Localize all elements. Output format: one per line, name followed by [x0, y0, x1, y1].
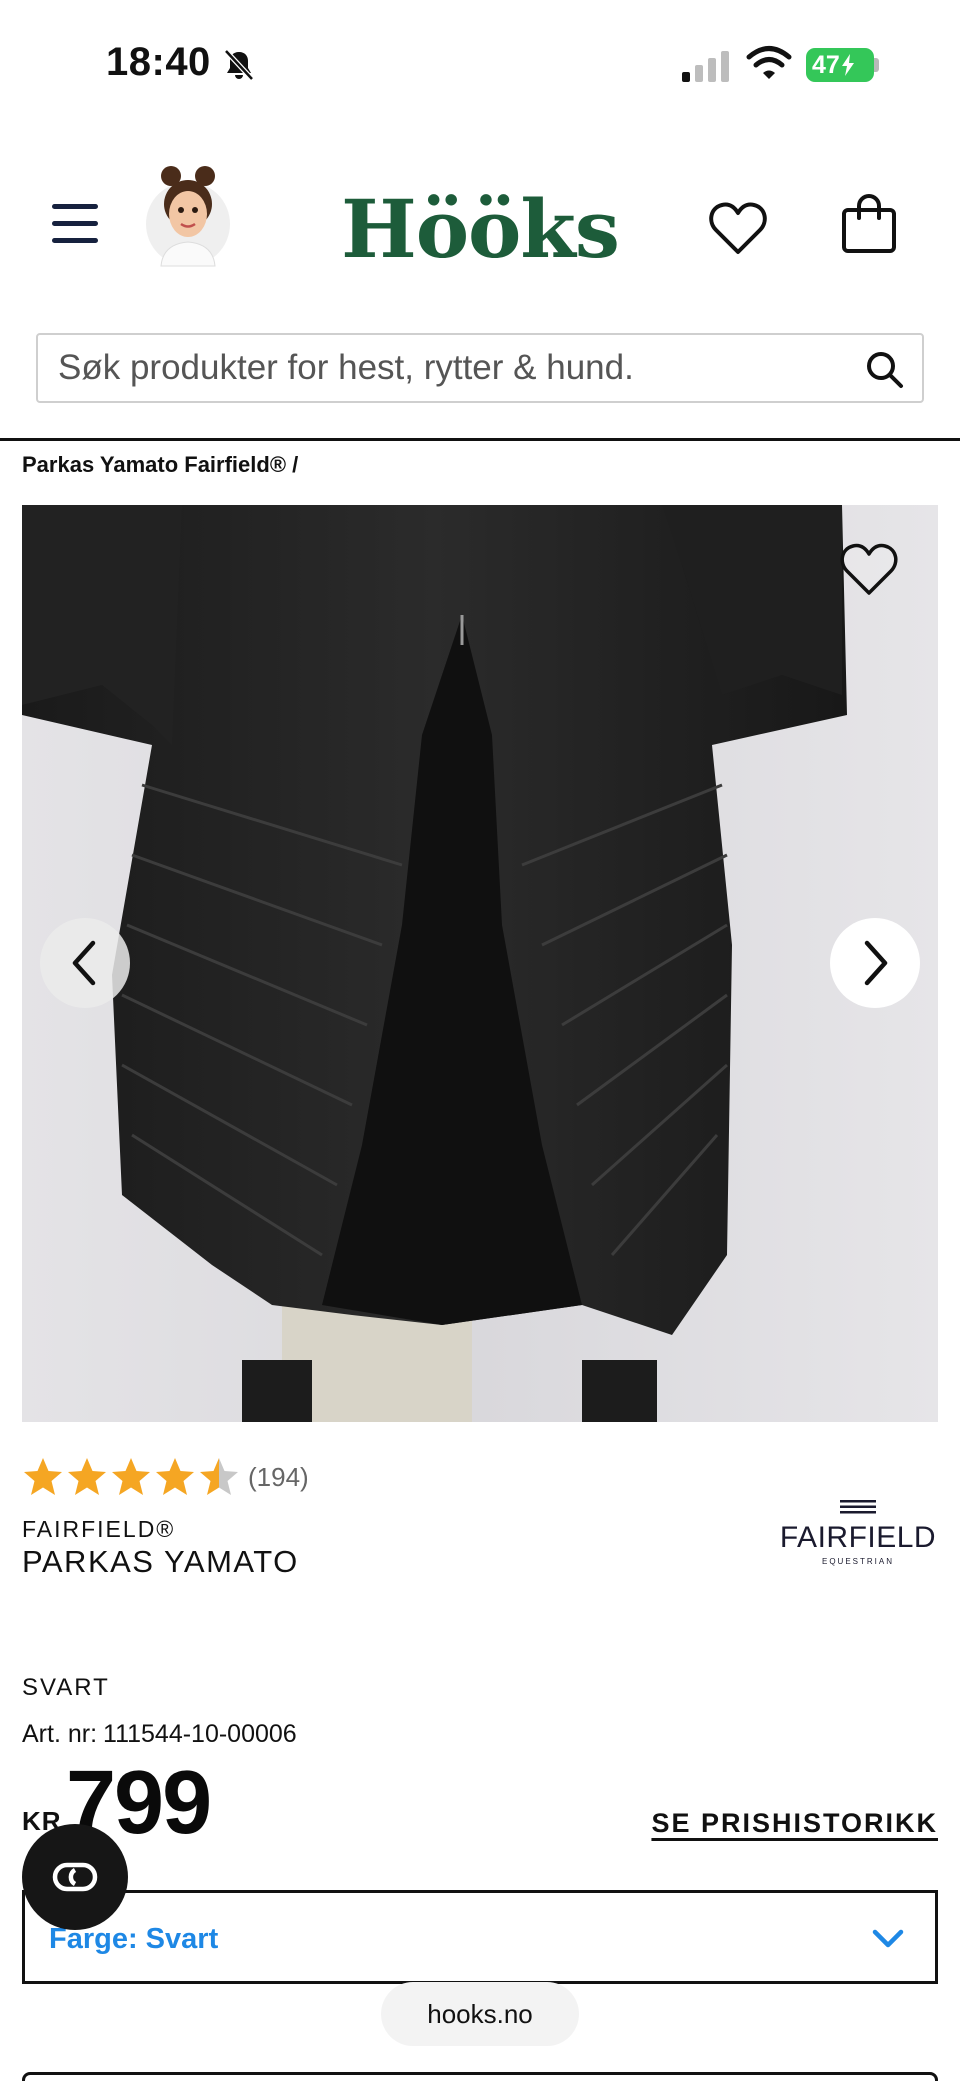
- carousel-next-button[interactable]: [830, 918, 920, 1008]
- chevron-down-icon: [872, 1929, 904, 1948]
- battery-cap: [874, 58, 879, 72]
- star-icon: [112, 1458, 150, 1495]
- chat-icon: [52, 1862, 98, 1892]
- brand-logo-sub: EQUESTRIAN: [821, 1557, 894, 1566]
- breadcrumb[interactable]: Parkas Yamato Fairfield® /: [22, 452, 298, 478]
- product-photo: [22, 505, 847, 1422]
- bell-slash-icon: [224, 49, 254, 81]
- header-divider: [0, 438, 960, 441]
- article-number: Art. nr: 111544-10-00006: [22, 1720, 297, 1749]
- shopping-bag-icon[interactable]: [840, 192, 898, 254]
- color-name: SVART: [22, 1674, 110, 1701]
- color-select[interactable]: Farge: Svart: [22, 1890, 938, 1984]
- star-icon: [24, 1458, 62, 1495]
- next-field-edge: [22, 2072, 938, 2081]
- battery-level: 47: [812, 50, 840, 79]
- signal-icon: [682, 51, 729, 82]
- charging-bolt-icon: [841, 54, 854, 76]
- wifi-icon: [746, 46, 792, 79]
- star-icon: [156, 1458, 194, 1495]
- star-icon: [68, 1458, 106, 1495]
- site-header: Hööks: [0, 130, 960, 320]
- status-bar: 18:40 47: [0, 0, 960, 130]
- rating-count: (194): [248, 1461, 309, 1492]
- brand-logo-mark: [840, 1500, 876, 1514]
- article-number-label: Art. nr:: [22, 1720, 98, 1748]
- image-heart-icon[interactable]: [838, 540, 900, 598]
- battery-icon: 47: [806, 48, 874, 82]
- brand-logo[interactable]: FAIRFIELD EQUESTRIAN: [778, 1500, 938, 1570]
- status-time: 18:40: [106, 40, 211, 84]
- price-history-link[interactable]: SE PRISHISTORIKK: [651, 1808, 938, 1839]
- product-image-carousel[interactable]: [22, 505, 938, 1422]
- chat-button[interactable]: [22, 1824, 128, 1930]
- article-number-value: 111544-10-00006: [103, 1720, 297, 1748]
- chevron-right-icon: [864, 940, 888, 986]
- star-half-icon: [200, 1458, 238, 1495]
- search-icon[interactable]: [864, 349, 904, 389]
- chevron-left-icon: [72, 940, 96, 986]
- hooks-logo[interactable]: Hööks: [0, 182, 960, 276]
- browser-url-pill[interactable]: hooks.no: [381, 1982, 579, 2046]
- search-bar: [36, 333, 924, 403]
- carousel-prev-button[interactable]: [40, 918, 130, 1008]
- heart-icon[interactable]: [708, 200, 768, 256]
- brand-name[interactable]: FAIRFIELD®: [22, 1516, 175, 1543]
- brand-logo-name: FAIRFIELD: [779, 1521, 937, 1554]
- product-rating[interactable]: (194): [22, 1456, 309, 1498]
- product-title: PARKAS YAMATO: [22, 1544, 299, 1579]
- search-input[interactable]: [58, 335, 838, 401]
